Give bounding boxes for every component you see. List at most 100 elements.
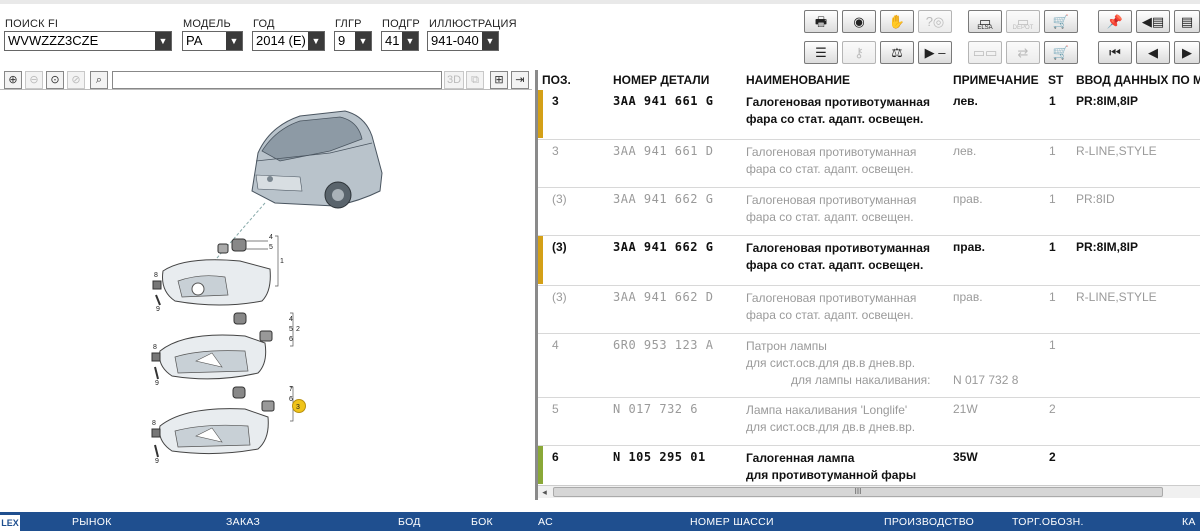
cell-name-line1: Лампа накаливания 'Longlife' <box>746 403 908 417</box>
cart-list-button[interactable]: 🛒 <box>1044 41 1078 64</box>
callout-label[interactable]: 9 <box>156 306 160 313</box>
search-icon: ⌕ <box>95 74 103 86</box>
cell-input: PR:8IM,8IP <box>1076 240 1139 254</box>
callout-label[interactable]: 6 <box>289 336 293 343</box>
chevron-down-icon[interactable]: ▼ <box>402 32 418 50</box>
table-row[interactable]: (3) 3AA 941 662 G Галогеновая противотуман… <box>538 236 1200 286</box>
table-row[interactable]: (3) 3AA 941 662 G Галогеновая противотуман… <box>538 188 1200 236</box>
parts-illustration[interactable]: 4518945628976389 <box>0 91 532 501</box>
scale-icon: ⚖ <box>891 45 903 60</box>
view-3d-button[interactable]: 3D <box>444 71 464 89</box>
cell-part-number: 3AA 941 662 G <box>613 192 714 206</box>
col-note[interactable]: ПРИМЕЧАНИЕ <box>953 73 1039 87</box>
zoom-reset-button[interactable]: ⊘ <box>67 71 85 89</box>
main-group-select[interactable]: 9 ▼ <box>334 31 372 51</box>
chevron-down-icon[interactable]: ▼ <box>355 32 371 50</box>
callout-label[interactable]: 5 <box>289 326 293 333</box>
chevron-down-icon[interactable]: ▼ <box>482 32 498 50</box>
cell-note: прав. <box>953 192 983 206</box>
chevron-down-icon[interactable]: ▼ <box>308 32 324 50</box>
layout-button[interactable]: ⊞ <box>490 71 508 89</box>
callout-label[interactable]: 2 <box>296 326 300 333</box>
callout-label[interactable]: 1 <box>280 258 284 265</box>
cart-button[interactable]: 🛒 <box>1044 10 1078 33</box>
scale-button[interactable]: ⚖ <box>880 41 914 64</box>
col-st[interactable]: ST <box>1048 73 1063 87</box>
search-button[interactable]: ⌕ <box>90 71 108 89</box>
zoom-fit-button[interactable]: ⊙ <box>46 71 64 89</box>
year-select[interactable]: 2014 (E) ▼ <box>252 31 325 51</box>
scroll-left-icon[interactable]: ◂ <box>538 486 551 498</box>
scroll-grip: III <box>854 487 862 496</box>
col-name[interactable]: НАИМЕНОВАНИЕ <box>746 73 850 87</box>
table-row[interactable]: 4 6R0 953 123 A Патрон лампы для сист.осв.д… <box>538 334 1200 398</box>
chevron-down-icon[interactable]: ▼ <box>226 32 242 50</box>
layout-icon: ⊞ <box>494 74 504 86</box>
cell-part-number: 6R0 953 123 A <box>613 338 714 352</box>
table-row[interactable]: 3 3AA 941 661 G Галогеновая противотуманна… <box>538 90 1200 140</box>
split-view-button[interactable]: ⧉ <box>466 71 484 89</box>
help-button[interactable]: ?◎ <box>918 10 952 33</box>
depot-label: DEPOT <box>1012 25 1034 31</box>
cell-name-line2: фара со стат. адапт. освещен. <box>746 308 914 322</box>
play-dash-button[interactable]: ▶ – <box>918 41 952 64</box>
parts-table-header: ПОЗ. НОМЕР ДЕТАЛИ НАИМЕНОВАНИЕ ПРИМЕЧАНИ… <box>538 71 1200 89</box>
next-page-button[interactable]: ▶ <box>1174 41 1200 64</box>
list-button[interactable]: ☰ <box>804 41 838 64</box>
table-row[interactable]: 6 N 105 295 01 Галогенная лампа для противо… <box>538 446 1200 485</box>
illustration-select[interactable]: 941-040 ▼ <box>427 31 499 51</box>
cell-st: 1 <box>1049 144 1056 158</box>
key-button[interactable]: ⚷ <box>842 41 876 64</box>
callout-label[interactable]: 8 <box>152 420 156 427</box>
fog-lamp-assembly-1 <box>152 235 279 306</box>
zoom-out-button[interactable]: ⊖ <box>25 71 43 89</box>
callout-label[interactable]: 9 <box>155 458 159 465</box>
search-fi-input[interactable]: WVWZZZ3CZE ▼ <box>4 31 172 51</box>
zoom-in-button[interactable]: ⊕ <box>4 71 22 89</box>
table-row[interactable]: (3) 3AA 941 662 D Галогеновая противотуман… <box>538 286 1200 334</box>
pin-button[interactable]: 📌 <box>1098 10 1132 33</box>
zoom-reset-icon: ⊘ <box>71 74 81 86</box>
callout-label[interactable]: 8 <box>154 272 158 279</box>
print-button[interactable]: 🖶 <box>804 10 838 33</box>
callout-label[interactable]: 4 <box>269 234 273 241</box>
main-group-label: ГЛГР <box>335 18 362 30</box>
col-part-number[interactable]: НОМЕР ДЕТАЛИ <box>613 73 709 87</box>
callout-label[interactable]: 9 <box>155 380 159 387</box>
cell-part-number: N 017 732 6 <box>613 402 698 416</box>
callout-label[interactable]: 4 <box>289 316 293 323</box>
panel-right-icon: ▤ <box>1180 14 1194 29</box>
callout-label[interactable]: 3 <box>296 404 300 411</box>
table-row[interactable]: 5 N 017 732 6 Лампа накаливания 'Longlife'… <box>538 398 1200 446</box>
collapse-left-button[interactable]: ◀▤ <box>1136 10 1170 33</box>
cell-name-line2: фара со стат. адапт. освещен. <box>746 112 924 126</box>
col-pos[interactable]: ПОЗ. <box>542 73 571 87</box>
network-button[interactable]: ▭▭ <box>968 41 1002 64</box>
prev-page-icon: ◀ <box>1148 45 1158 60</box>
model-select[interactable]: PA ▼ <box>182 31 243 51</box>
illustration-search-input[interactable] <box>112 71 442 89</box>
callout-label[interactable]: 5 <box>269 244 273 251</box>
cell-part-number: 3AA 941 661 G <box>613 94 714 108</box>
info-button[interactable]: ◉ <box>842 10 876 33</box>
panel-right-button[interactable]: ▤ <box>1174 10 1200 33</box>
callout-label[interactable]: 7 <box>289 386 293 393</box>
chevron-down-icon[interactable]: ▼ <box>155 32 171 50</box>
sub-group-select[interactable]: 41 ▼ <box>381 31 419 51</box>
callout-label[interactable]: 8 <box>153 344 157 351</box>
pin-icon: 📌 <box>1106 14 1124 29</box>
horizontal-scrollbar[interactable]: ◂ III <box>538 485 1200 498</box>
expand-button[interactable]: ⇥ <box>511 71 529 89</box>
table-row[interactable]: 3 3AA 941 661 D Галогеновая противотуманна… <box>538 140 1200 188</box>
handshake-button[interactable]: ✋ <box>880 10 914 33</box>
prev-page-button[interactable]: ◀ <box>1136 41 1170 64</box>
scroll-thumb[interactable]: III <box>553 487 1163 497</box>
transfer-button[interactable]: ⇄ <box>1006 41 1040 64</box>
col-input[interactable]: ВВОД ДАННЫХ ПО М <box>1076 73 1200 87</box>
callout-label[interactable]: 6 <box>289 396 293 403</box>
elsa-button[interactable]: ▭ ELSA <box>968 10 1002 33</box>
depot-button[interactable]: ▭ DEPOT <box>1006 10 1040 33</box>
first-page-button[interactable]: ⏮ <box>1098 41 1132 64</box>
elsa-label: ELSA <box>977 25 993 31</box>
row-highlight-marker <box>538 90 543 138</box>
